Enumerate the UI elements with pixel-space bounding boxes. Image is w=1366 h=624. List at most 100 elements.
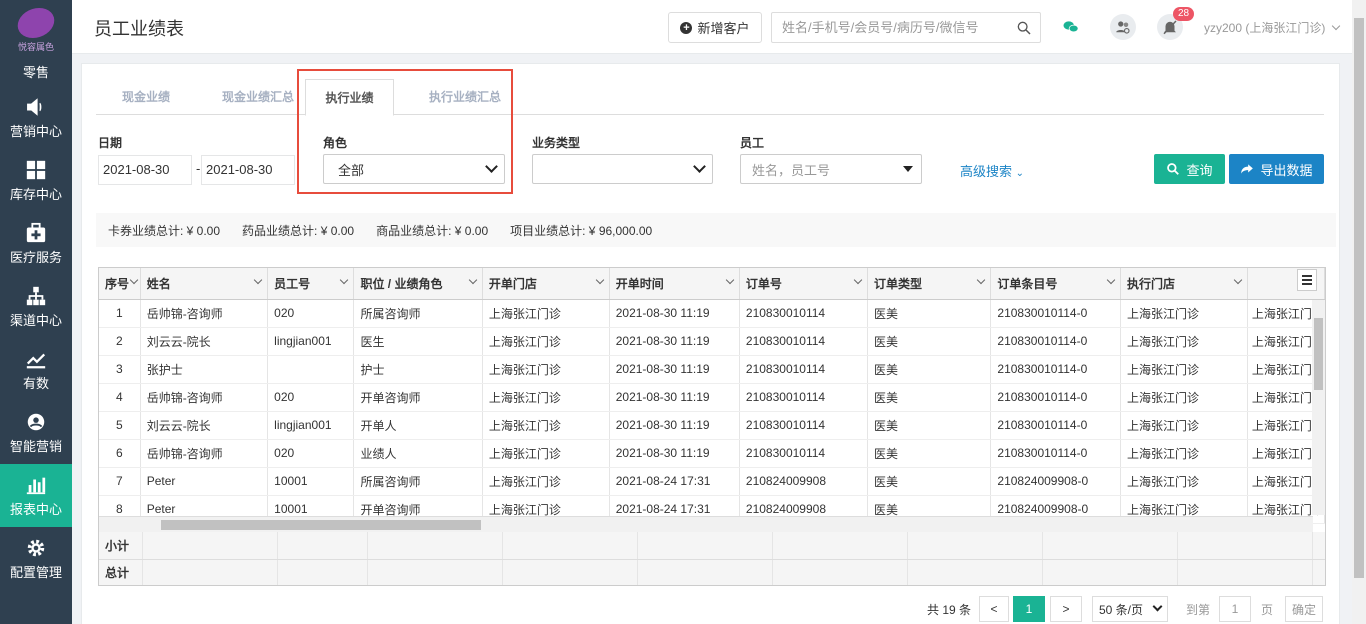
grid-vertical-scrollbar[interactable] <box>1312 300 1325 515</box>
column-header[interactable]: 开单门店 <box>482 268 610 300</box>
search-icon <box>1167 163 1180 175</box>
sidebar-item-settings[interactable]: 配置管理 <box>0 527 72 590</box>
tab-cash-performance[interactable]: 现金业绩 <box>100 79 192 115</box>
export-button[interactable]: 导出数据 <box>1229 154 1324 184</box>
goto-page-input[interactable]: 1 <box>1219 596 1251 622</box>
page-scrollbar[interactable] <box>1352 0 1366 624</box>
page-button-current[interactable]: 1 <box>1013 596 1045 622</box>
table-cell: 护士 <box>353 355 483 384</box>
table-row[interactable]: 1 岳帅锦-咨询师 020 所属咨询师 上海张江门诊 2021-08-30 11:19 21… <box>99 299 1325 328</box>
sidebar-item-label: 智能营销 <box>9 438 62 454</box>
column-header[interactable]: 订单类型 <box>867 268 992 300</box>
table-row[interactable]: 6 岳帅锦-咨询师 020 业绩人 上海张江门诊 2021-08-30 11:19 2108… <box>99 439 1325 468</box>
query-label: 查询 <box>1186 162 1213 178</box>
performance-table: 序号 姓名 员工号 职位 / 业绩角色 开单门店 开单时间 订单号 订单类型 订… <box>99 268 1325 524</box>
table-row[interactable]: 4 岳帅锦-咨询师 020 开单咨询师 上海张江门诊 2021-08-30 11:19 21… <box>99 383 1325 412</box>
sidebar-item-reports[interactable]: 报表中心 <box>0 464 72 527</box>
query-button[interactable]: 查询 <box>1154 154 1225 184</box>
user-menu[interactable]: yzy200 (上海张江门诊) <box>1204 19 1340 36</box>
column-menu-button[interactable] <box>1297 269 1317 291</box>
table-cell: 2021-08-30 11:19 <box>609 299 740 328</box>
global-search <box>771 12 1041 43</box>
logo-text: 悦容属色 <box>17 41 54 52</box>
next-page-button[interactable]: > <box>1050 596 1082 622</box>
table-row[interactable]: 2 刘云云-院长 lingjian001 医生 上海张江门诊 2021-08-30 11:… <box>99 327 1325 356</box>
business-type-label: 业务类型 <box>532 136 581 150</box>
goto-confirm-button[interactable]: 确定 <box>1285 596 1323 622</box>
table-cell: 2 <box>99 327 141 356</box>
column-header[interactable]: 执行门店 <box>1120 268 1248 300</box>
grid-vertical-thumb[interactable] <box>1314 318 1323 390</box>
role-select-value: 全部 <box>338 162 365 178</box>
table-cell: 上海张江门诊 <box>482 327 610 356</box>
sidebar-item-marketing[interactable]: 营销中心 <box>0 86 72 149</box>
sidebar-item-channel[interactable]: 渠道中心 <box>0 275 72 338</box>
double-chevron-down-icon: ⌄ <box>1015 168 1025 179</box>
advanced-search-link[interactable]: 高级搜索 ⌄ <box>960 161 1024 180</box>
grid-horizontal-thumb[interactable] <box>161 520 481 530</box>
table-cell: 上海张江门诊 <box>482 299 610 328</box>
table-cell: 上海张江门诊 <box>1120 383 1248 412</box>
users-icon[interactable] <box>1110 14 1136 40</box>
chevron-down-icon <box>595 275 604 285</box>
sidebar: 悦容属色 零售 营销中心 库存中心 医疗服务 渠道中心 有数 智能营销 报表中心… <box>0 0 72 624</box>
notification-bell[interactable]: 28 <box>1157 7 1195 40</box>
table-cell: 业绩人 <box>353 439 483 468</box>
chevron-down-icon <box>977 275 986 285</box>
page-size-select[interactable]: 50 条/页 <box>1092 596 1168 622</box>
wechat-icon[interactable] <box>1058 14 1084 40</box>
sidebar-item-medical[interactable]: 医疗服务 <box>0 212 72 275</box>
caret-down-icon <box>903 166 913 172</box>
plus-icon: + <box>680 21 693 34</box>
table-row[interactable]: 3 张护士 护士 上海张江门诊 2021-08-30 11:19 210830010114… <box>99 355 1325 384</box>
sidebar-item-inventory[interactable]: 库存中心 <box>0 149 72 212</box>
table-row[interactable]: 7 Peter 10001 所属咨询师 上海张江门诊 2021-08-24 17:31 21… <box>99 467 1325 496</box>
performance-grid: 序号 姓名 员工号 职位 / 业绩角色 开单门店 开单时间 订单号 订单类型 订… <box>98 267 1326 586</box>
global-search-input[interactable] <box>782 20 1016 35</box>
sidebar-item-data[interactable]: 有数 <box>0 338 72 401</box>
table-cell: 医美 <box>867 467 992 496</box>
new-customer-label: 新增客户 <box>697 21 750 36</box>
table-row[interactable]: 5 刘云云-院长 lingjian001 开单人 上海张江门诊 2021-08-30 11… <box>99 411 1325 440</box>
table-cell: 210830010114-0 <box>990 439 1122 468</box>
table-cell: 上海张江门诊 <box>1120 439 1248 468</box>
sidebar-item-smart-marketing[interactable]: 智能营销 <box>0 401 72 464</box>
role-select[interactable]: 全部 <box>323 154 505 184</box>
page-title: 员工业绩表 <box>94 19 184 39</box>
date-to-input[interactable]: 2021-08-30 <box>201 155 295 185</box>
sidebar-item-retail[interactable]: 零售 <box>0 56 72 86</box>
column-header[interactable]: 职位 / 业绩角色 <box>353 268 483 300</box>
date-from-input[interactable]: 2021-08-30 <box>98 155 192 185</box>
grid-horizontal-scrollbar[interactable] <box>99 516 1313 532</box>
table-cell: 210830010114 <box>739 327 868 356</box>
column-header[interactable]: 开单时间 <box>609 268 740 300</box>
top-bar: 员工业绩表 + 新增客户 28 yzy200 (上海张江门诊) <box>72 0 1352 54</box>
table-cell: 上海张江门诊 <box>482 411 610 440</box>
role-label: 角色 <box>323 136 348 150</box>
employee-select[interactable]: 姓名，员工号 <box>740 154 922 184</box>
search-icon[interactable] <box>1016 20 1032 36</box>
sidebar-item-label: 渠道中心 <box>9 312 62 328</box>
megaphone-icon <box>27 97 42 116</box>
business-type-select[interactable] <box>532 154 713 184</box>
table-cell: 2021-08-30 11:19 <box>609 327 740 356</box>
prev-page-button[interactable]: < <box>979 596 1009 622</box>
column-header[interactable]: 姓名 <box>140 268 269 300</box>
column-header[interactable]: 序号 <box>99 268 141 300</box>
chevron-down-icon <box>693 160 706 173</box>
table-cell: 3 <box>99 355 141 384</box>
table-cell: 医美 <box>867 355 992 384</box>
summary-bar: 卡券业绩总计: ¥ 0.00 药品业绩总计: ¥ 0.00 商品业绩总计: ¥ … <box>96 213 1336 247</box>
grid-icon <box>26 160 46 179</box>
goto-label: 到第 <box>1186 602 1211 617</box>
new-customer-button[interactable]: + 新增客户 <box>668 12 762 43</box>
table-cell: 2021-08-30 11:19 <box>609 439 740 468</box>
table-cell: 020 <box>267 439 355 468</box>
page-scrollbar-thumb[interactable] <box>1354 18 1364 578</box>
notification-badge: 28 <box>1173 7 1195 21</box>
chevron-down-icon <box>485 160 498 173</box>
column-header[interactable]: 订单条目号 <box>990 268 1122 300</box>
column-header[interactable]: 员工号 <box>267 268 355 300</box>
table-cell: 上海张江门诊 <box>1120 355 1248 384</box>
column-header[interactable]: 订单号 <box>739 268 868 300</box>
